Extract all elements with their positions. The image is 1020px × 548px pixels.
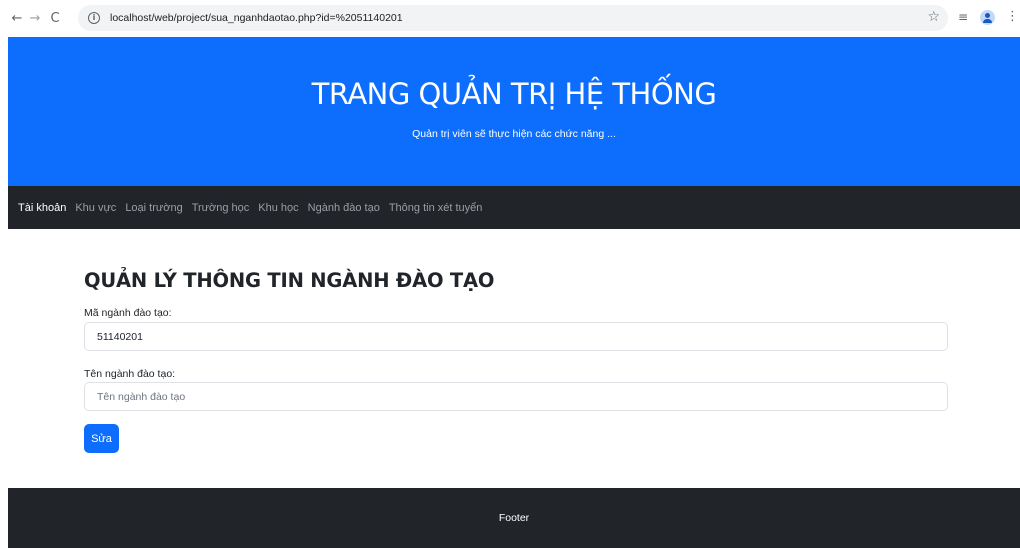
nav-item-thong-tin-xet-tuyen[interactable]: Thông tin xét tuyển (389, 202, 483, 214)
address-url[interactable]: localhost/web/project/sua_nganhdaotao.ph… (110, 12, 403, 24)
nav-item-truong-hoc[interactable]: Trường học (192, 202, 250, 214)
browser-toolbar: ← → C i localhost/web/project/sua_nganhd… (0, 0, 1020, 36)
site-subtitle: Quản trị viên sẽ thực hiện các chức năng… (412, 128, 616, 140)
extensions-icon[interactable]: ≡ (958, 10, 968, 24)
page-title: QUẢN LÝ THÔNG TIN NGÀNH ĐÀO TẠO (84, 269, 495, 292)
major-code-input[interactable] (84, 322, 948, 351)
major-name-input[interactable] (84, 382, 948, 411)
site-info-icon[interactable]: i (88, 12, 100, 24)
nav-item-khu-vuc[interactable]: Khu vực (75, 202, 116, 214)
major-code-label: Mã ngành đào tạo: (84, 307, 172, 319)
browser-menu-icon[interactable]: ⋮ (1006, 9, 1019, 24)
nav-item-nganh-dao-tao[interactable]: Ngành đào tạo (308, 202, 380, 214)
footer-text: Footer (498, 512, 530, 524)
edit-submit-button[interactable]: Sửa (84, 424, 119, 453)
forward-arrow-icon[interactable]: → (26, 9, 44, 27)
bookmark-star-icon[interactable]: ☆ (927, 9, 940, 25)
profile-avatar-icon[interactable] (980, 10, 995, 25)
main-navbar: Tài khoản Khu vực Loại trường Trường học… (8, 186, 1020, 229)
back-arrow-icon[interactable]: ← (8, 9, 26, 27)
address-bar[interactable]: i localhost/web/project/sua_nganhdaotao.… (78, 5, 948, 31)
nav-item-tai-khoan[interactable]: Tài khoản (18, 202, 66, 214)
page-footer: Footer (8, 488, 1020, 548)
nav-item-loai-truong[interactable]: Loại trường (125, 202, 182, 214)
reload-icon[interactable]: C (46, 9, 64, 27)
nav-item-khu-hoc[interactable]: Khu học (258, 202, 298, 214)
header-banner: TRANG QUẢN TRỊ HỆ THỐNG Quản trị viên sẽ… (8, 37, 1020, 186)
site-title: TRANG QUẢN TRỊ HỆ THỐNG (311, 77, 717, 111)
major-name-label: Tên ngành đào tạo: (84, 368, 176, 380)
main-content: QUẢN LÝ THÔNG TIN NGÀNH ĐÀO TẠO Mã ngành… (84, 262, 948, 453)
